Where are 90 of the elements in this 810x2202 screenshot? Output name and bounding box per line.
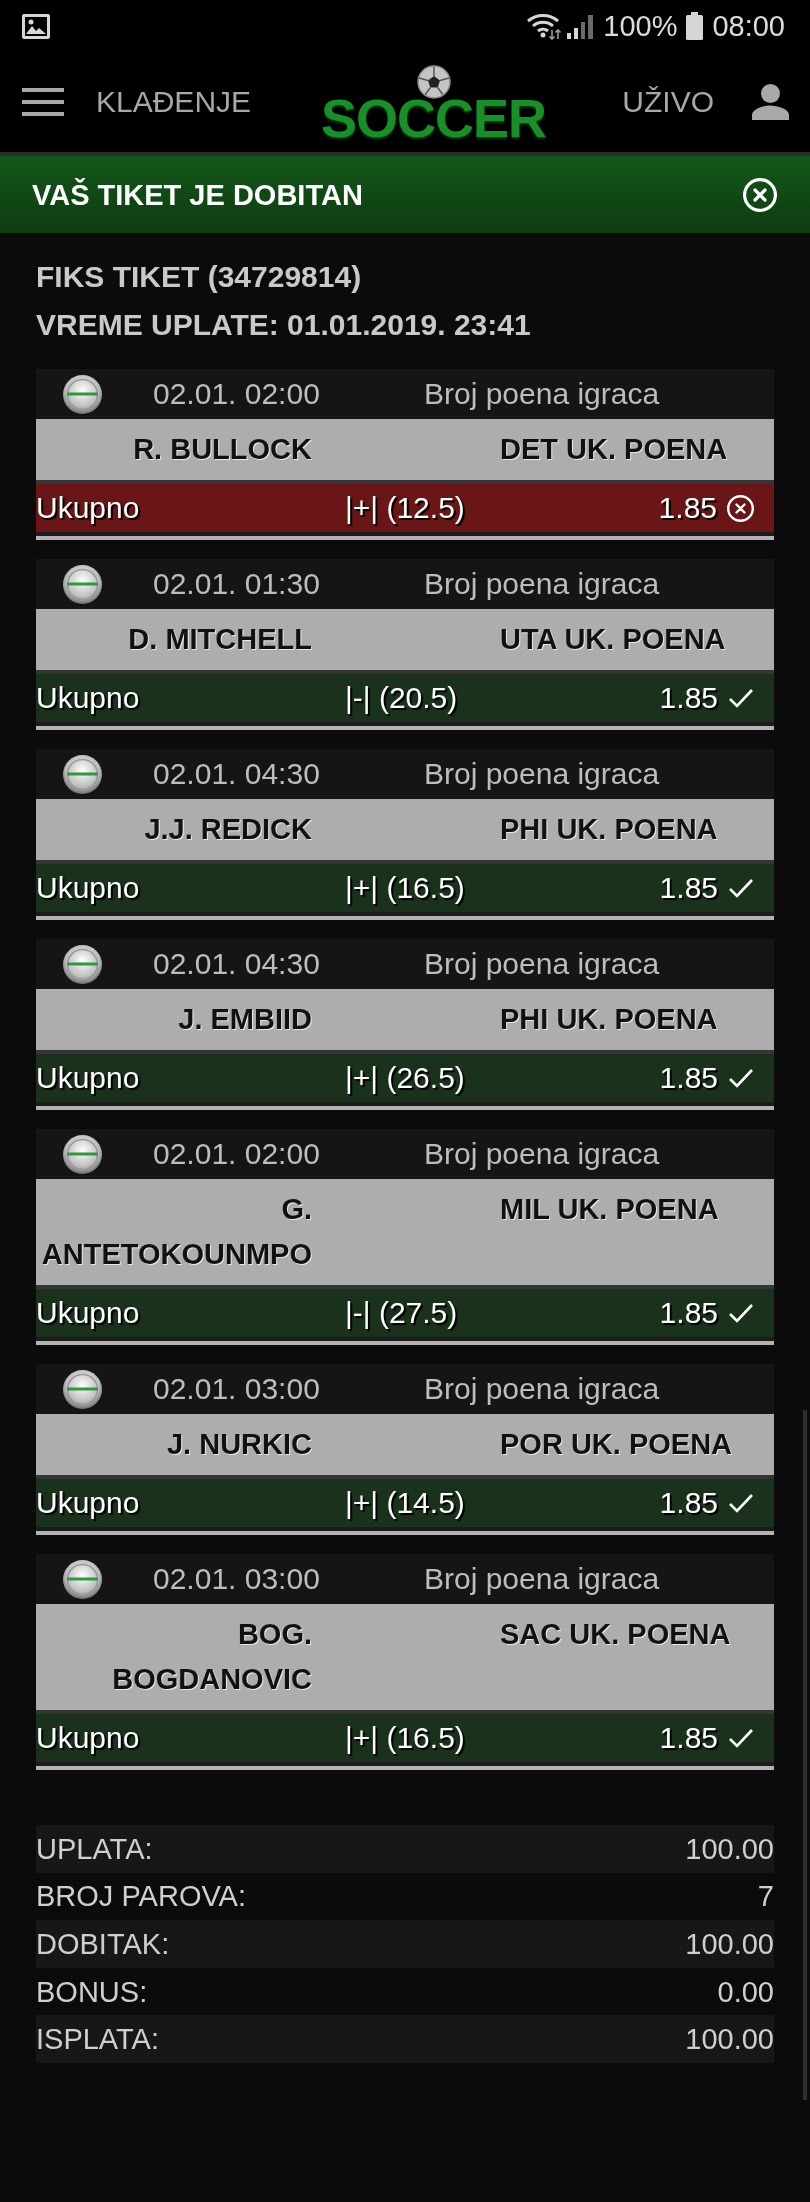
pick-label: Ukupno [36, 680, 140, 716]
battery-percent: 100% [603, 9, 678, 44]
bet-type: MIL UK. POENA [500, 1192, 719, 1227]
pick-value: |-| (20.5) [345, 680, 458, 716]
bet-type: SAC UK. POENA [500, 1617, 731, 1652]
bet-type: POR UK. POENA [500, 1427, 733, 1462]
wifi-icon [526, 12, 563, 40]
pick-value: |+| (26.5) [345, 1060, 465, 1096]
check-icon [728, 878, 754, 898]
player-name: J.J. REDICK [144, 812, 312, 847]
summary-label: ISPLATA: [36, 2022, 160, 2058]
summary-label: BROJ PAROVA: [36, 1879, 247, 1915]
x-circle-icon [727, 494, 754, 522]
ball-icon [62, 1133, 103, 1175]
pick-label: Ukupno [36, 1485, 140, 1521]
banner-message: VAŠ TIKET JE DOBITAN [32, 177, 363, 213]
odds: 1.85 [659, 1485, 718, 1521]
close-button[interactable] [743, 177, 777, 212]
check-icon [728, 1728, 754, 1748]
pick-value: |+| (12.5) [345, 490, 465, 526]
match-time: 02.01. 03:00 [153, 1372, 320, 1405]
player-name: R. BULLOCK [133, 432, 312, 467]
logo-text[interactable]: SOCCER [321, 97, 547, 139]
pick-label: Ukupno [36, 490, 140, 526]
pick-label: Ukupno [36, 870, 140, 906]
check-icon [728, 1303, 754, 1323]
check-icon [728, 688, 754, 708]
ball-icon [62, 753, 103, 795]
player-name: J. EMBIID [178, 1002, 312, 1037]
ball-icon [62, 1368, 103, 1410]
menu-button[interactable] [22, 88, 64, 116]
player-name: J. NURKIC [167, 1427, 312, 1462]
ball-icon [62, 1558, 103, 1600]
pick-label: Ukupno [36, 1060, 140, 1096]
ball-icon [62, 373, 103, 415]
player-name: D. MITCHELL [128, 622, 312, 657]
close-icon [743, 177, 777, 212]
check-icon [728, 1493, 754, 1513]
market-name: Broj poena igraca [424, 376, 660, 412]
summary-value: 100.00 [685, 2022, 774, 2058]
summary-value: 100.00 [685, 1831, 774, 1867]
live-link[interactable]: UŽIVO [622, 84, 714, 120]
player-name: G. ANTETOKOUNMPO [40, 1192, 312, 1272]
clock-time: 08:00 [712, 9, 785, 44]
odds: 1.85 [658, 490, 717, 526]
market-name: Broj poena igraca [424, 1561, 660, 1597]
user-icon[interactable] [752, 84, 789, 120]
battery-icon [686, 12, 704, 40]
payment-time: VREME UPLATE: 01.01.2019. 23:41 [36, 307, 532, 343]
market-name: Broj poena igraca [424, 1371, 660, 1407]
summary-value: 100.00 [685, 1927, 774, 1962]
match-time: 02.01. 02:00 [153, 1137, 320, 1170]
market-name: Broj poena igraca [424, 1136, 660, 1172]
summary-value: 7 [757, 1879, 774, 1915]
pick-value: |+| (16.5) [345, 1720, 465, 1756]
pick-value: |+| (16.5) [345, 870, 465, 906]
bet-type: UTA UK. POENA [500, 622, 726, 657]
summary-label: DOBITAK: [36, 1927, 170, 1962]
match-time: 02.01. 02:00 [153, 377, 320, 410]
summary-label: BONUS: [36, 1974, 148, 2010]
odds: 1.85 [659, 1295, 718, 1331]
summary-label: UPLATA: [36, 1831, 153, 1867]
ticket-title: FIKS TIKET (34729814) [36, 259, 363, 295]
odds: 1.85 [659, 1720, 718, 1756]
odds: 1.85 [659, 870, 718, 906]
match-time: 02.01. 04:30 [153, 947, 320, 980]
bet-type: PHI UK. POENA [500, 1002, 718, 1037]
market-name: Broj poena igraca [424, 756, 660, 792]
summary-value: 0.00 [717, 1974, 774, 2010]
pick-value: |+| (14.5) [345, 1485, 465, 1521]
match-time: 02.01. 01:30 [153, 567, 320, 600]
market-name: Broj poena igraca [424, 566, 660, 602]
pick-value: |-| (27.5) [345, 1295, 458, 1331]
match-time: 02.01. 03:00 [153, 1562, 320, 1595]
odds: 1.85 [659, 1060, 718, 1096]
betting-link[interactable]: KLAĐENJE [96, 84, 252, 120]
image-icon [22, 13, 50, 39]
ball-icon [62, 943, 103, 985]
odds: 1.85 [659, 680, 718, 716]
player-name: BOG. BOGDANOVIC [111, 1617, 312, 1697]
ball-icon [62, 563, 103, 605]
market-name: Broj poena igraca [424, 946, 660, 982]
check-icon [728, 1068, 754, 1088]
bet-type: PHI UK. POENA [500, 812, 718, 847]
match-time: 02.01. 04:30 [153, 757, 320, 790]
soccer-ball-icon [416, 65, 451, 99]
signal-icon [567, 13, 594, 39]
pick-label: Ukupno [36, 1720, 140, 1756]
pick-label: Ukupno [36, 1295, 140, 1331]
bet-type: DET UK. POENA [500, 432, 728, 467]
